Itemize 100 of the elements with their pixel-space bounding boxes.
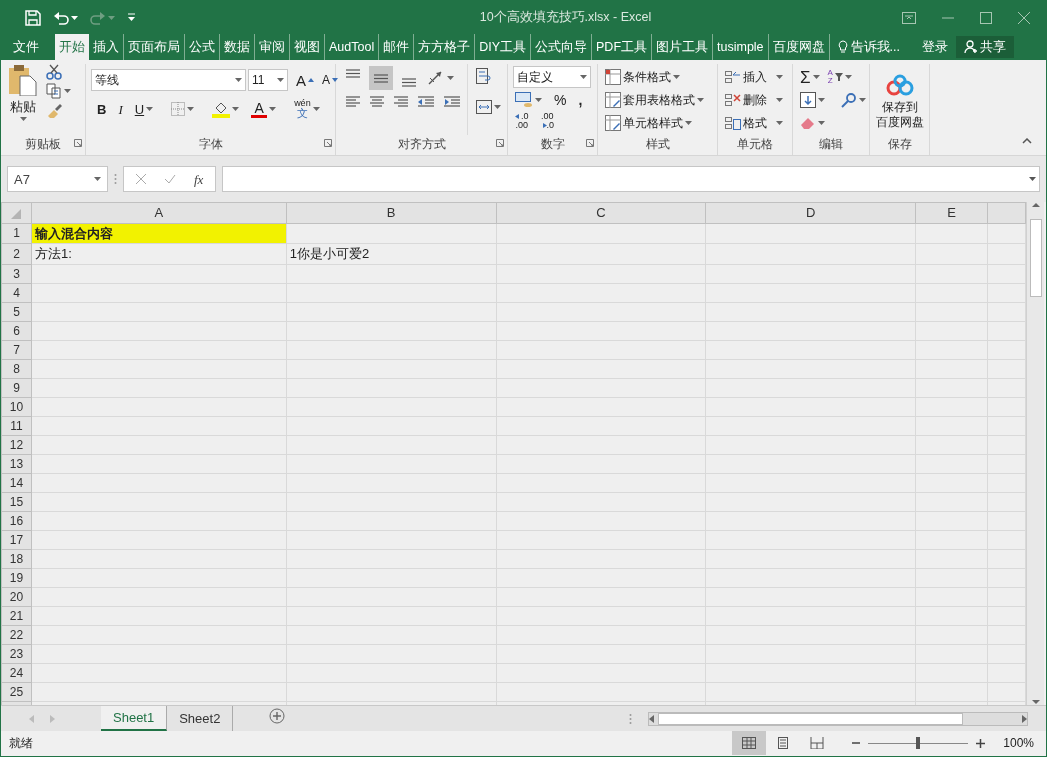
plus-icon — [976, 738, 986, 748]
phonetic-button[interactable]: wén 文 — [292, 99, 322, 119]
autosum-button[interactable]: Σ — [798, 68, 822, 86]
scroll-thumb[interactable] — [1029, 219, 1042, 297]
row-header[interactable]: 2 — [1, 243, 32, 264]
paste-button[interactable]: 粘贴 — [8, 64, 38, 121]
decrease-indent-button[interactable] — [415, 95, 437, 109]
style-button[interactable]: 套用表格格式 — [603, 92, 706, 108]
underline-button[interactable]: U — [132, 102, 156, 116]
column-header[interactable]: A — [31, 202, 287, 223]
save-icon — [25, 9, 41, 26]
sort-filter-button[interactable]: A Z — [825, 69, 854, 85]
zoom-slider-thumb[interactable] — [916, 737, 921, 749]
zoom-in-button[interactable] — [974, 738, 988, 748]
customize-button[interactable] — [125, 13, 138, 22]
ribbon-display-button[interactable] — [900, 11, 918, 24]
column-header[interactable]: E — [915, 202, 988, 223]
add-sheet-button[interactable] — [267, 708, 288, 724]
vertical-scrollbar[interactable] — [1026, 202, 1044, 705]
number-format-dropdown[interactable]: 自定义 — [513, 66, 591, 88]
table-cell: 1你是小可爱2 — [286, 243, 497, 264]
borders-icon — [171, 102, 186, 116]
column-header[interactable]: C — [496, 202, 706, 223]
zoom-out-button[interactable] — [850, 739, 863, 747]
eraser-icon — [800, 116, 816, 130]
font-color-button[interactable]: A — [249, 100, 279, 118]
ribbon-tab[interactable]: 开始 — [55, 34, 89, 60]
vertical-align-button[interactable] — [369, 66, 393, 90]
increase-decimal-button[interactable]: .0 .00 — [513, 112, 531, 130]
caret-icon — [94, 177, 101, 181]
sheet-tab[interactable]: Sheet1 — [101, 706, 168, 731]
caret-icon — [19, 117, 27, 121]
caret-icon — [269, 107, 277, 111]
borders-button[interactable] — [169, 102, 197, 116]
column-header[interactable]: B — [286, 202, 497, 223]
percent-button[interactable]: % — [552, 93, 569, 107]
fill-color-button[interactable] — [210, 100, 242, 118]
align-center-button[interactable] — [367, 95, 387, 109]
share-button[interactable]: 共享 — [956, 36, 1014, 58]
cancel-icon — [136, 174, 146, 184]
close-button[interactable] — [1016, 11, 1032, 24]
view-button[interactable] — [732, 731, 767, 755]
table-cell: 输入混合内容 — [31, 223, 287, 244]
style-button[interactable]: 单元格样式 — [603, 115, 694, 131]
ribbon-tab[interactable]: 文件 — [9, 34, 43, 60]
shrink-font-button[interactable]: A — [320, 74, 341, 86]
italic-button[interactable]: I — [116, 102, 125, 116]
fill-button[interactable] — [798, 92, 827, 108]
cells-button[interactable]: 插入 — [723, 69, 785, 85]
font-name-dropdown[interactable]: 等线 — [91, 69, 246, 91]
cells-button[interactable]: 格式 — [723, 115, 785, 131]
maximize-icon — [980, 11, 992, 24]
window-title: 10个高效填充技巧.xlsx - Excel — [478, 9, 653, 27]
save-icon-button[interactable] — [23, 9, 43, 26]
name-box[interactable]: A7 — [7, 166, 108, 192]
currency-button[interactable] — [513, 92, 544, 108]
grow-font-button[interactable]: A — [294, 72, 316, 88]
sign-in-link[interactable]: 登录 — [920, 34, 950, 60]
corner-triangle-icon — [11, 208, 22, 219]
caret-icon — [580, 75, 587, 79]
merge-button[interactable] — [474, 100, 503, 114]
next-sheet-icon — [50, 714, 55, 723]
find-button[interactable] — [839, 92, 868, 108]
align-left-button[interactable] — [343, 95, 363, 109]
decrease-decimal-button[interactable]: .00 .0 — [538, 112, 557, 130]
comma-button[interactable]: , — [576, 93, 585, 107]
formula-input[interactable] — [222, 166, 1040, 192]
font-size-dropdown[interactable]: 11 — [248, 69, 288, 91]
collapse-ribbon-button[interactable] — [1020, 138, 1034, 144]
cells-button[interactable]: 删除 — [723, 92, 785, 108]
maximize-button[interactable] — [978, 11, 994, 24]
group-label: 编辑 — [819, 136, 843, 153]
fill-down-icon — [800, 92, 816, 108]
dialog-launcher-icon — [324, 138, 332, 147]
style-button[interactable]: 条件格式 — [603, 69, 682, 85]
column-header[interactable]: D — [705, 202, 916, 223]
group-label: 字体 — [198, 136, 223, 153]
bold-button[interactable]: B — [95, 102, 109, 116]
increase-indent-button[interactable] — [441, 95, 463, 109]
copy-button[interactable] — [44, 83, 73, 99]
scissors-icon — [46, 64, 62, 80]
horizontal-scrollbar[interactable] — [648, 711, 1028, 726]
clear-button[interactable] — [798, 116, 827, 130]
tell-me-field: 告诉我... — [850, 37, 900, 57]
cancel-button[interactable] — [134, 174, 148, 184]
enter-button[interactable] — [162, 174, 178, 184]
color-bar-icon — [251, 114, 268, 118]
caret-icon — [812, 75, 820, 79]
align-icon — [345, 69, 361, 78]
right-arrow-icon — [540, 123, 547, 129]
save-to-cloud-button[interactable]: 保存到 百度网盘 — [873, 64, 926, 135]
align-right-button[interactable] — [391, 95, 411, 109]
row-header[interactable]: 1 — [1, 223, 32, 244]
scroll-thumb[interactable] — [658, 712, 963, 725]
insert-function-button[interactable]: fx — [192, 172, 206, 186]
group-label: 对齐方式 — [397, 136, 446, 153]
dialog-launcher-icon — [496, 138, 504, 147]
caret-icon — [71, 15, 78, 20]
caret-icon — [108, 15, 115, 20]
increase-indent-icon — [443, 95, 461, 109]
